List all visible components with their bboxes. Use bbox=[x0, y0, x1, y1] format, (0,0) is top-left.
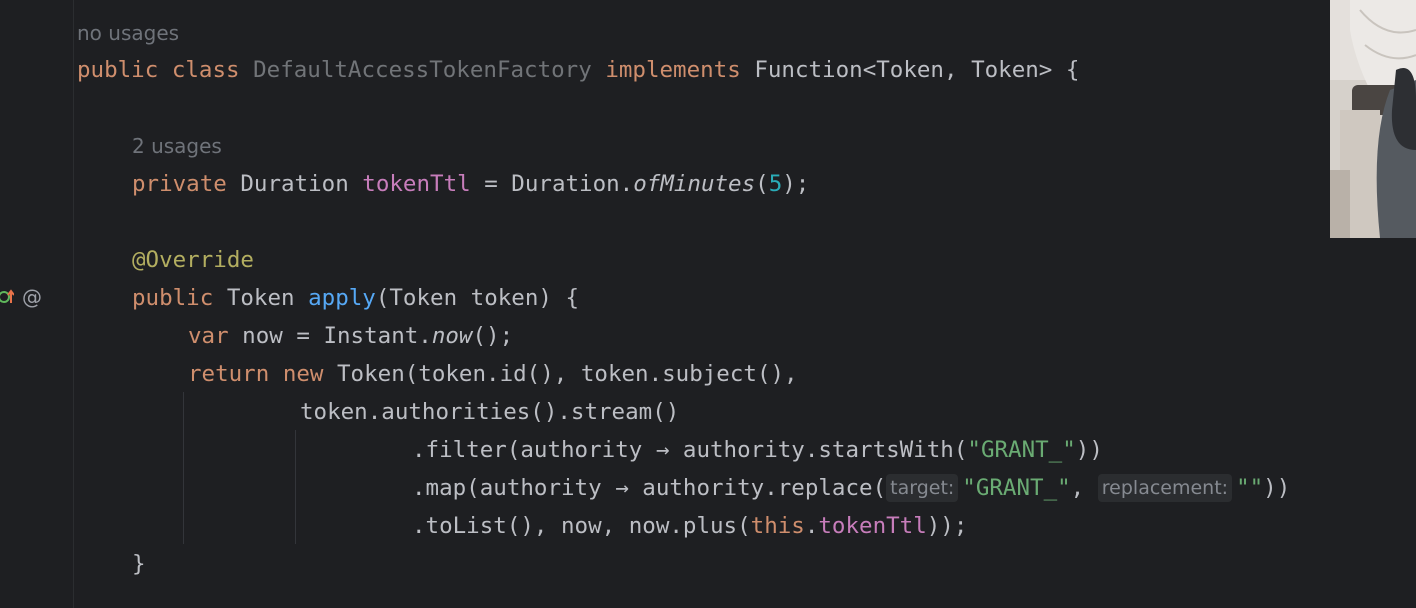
code-line-close-brace[interactable]: } bbox=[132, 545, 146, 583]
code-line-var-now[interactable]: var now = Instant.now(); bbox=[188, 317, 513, 355]
webcam-overlay bbox=[1330, 0, 1416, 238]
class-usages-hint[interactable]: no usages bbox=[77, 20, 179, 46]
code-line-tolist[interactable]: .toList(), now, now.plus(this.tokenTtl))… bbox=[412, 507, 967, 545]
code-line-field[interactable]: private Duration tokenTtl = Duration.ofM… bbox=[132, 165, 809, 203]
code-line-override[interactable]: @Override bbox=[132, 241, 254, 279]
override-annotation-icon[interactable]: @ bbox=[22, 284, 42, 310]
code-line-method-signature[interactable]: public Token apply(Token token) { bbox=[132, 279, 579, 317]
code-line-stream[interactable]: token.authorities().stream() bbox=[300, 393, 679, 431]
code-line-map[interactable]: .map(authority → authority.replace(targe… bbox=[412, 469, 1290, 507]
indent-guide bbox=[183, 392, 184, 544]
webcam-image bbox=[1330, 0, 1416, 238]
method-name: apply bbox=[308, 285, 376, 311]
code-line-filter[interactable]: .filter(authority → authority.startsWith… bbox=[412, 431, 1103, 469]
implements-method-icon[interactable] bbox=[0, 287, 14, 307]
code-line-return[interactable]: return new Token(token.id(), token.subje… bbox=[188, 355, 798, 393]
class-name: DefaultAccessTokenFactory bbox=[253, 57, 592, 83]
parameter-hint-replacement: replacement: bbox=[1097, 474, 1233, 502]
code-line-class-declaration[interactable]: public class DefaultAccessTokenFactory i… bbox=[77, 51, 1079, 89]
indent-guide bbox=[295, 430, 296, 544]
parameter-hint-target: target: bbox=[886, 474, 959, 502]
gutter-divider bbox=[73, 0, 74, 608]
code-editor[interactable]: @ no usages 2 usages public class Defaul… bbox=[0, 0, 1416, 608]
field-usages-hint[interactable]: 2 usages bbox=[132, 133, 222, 159]
field-token-ttl: tokenTtl bbox=[362, 171, 471, 197]
